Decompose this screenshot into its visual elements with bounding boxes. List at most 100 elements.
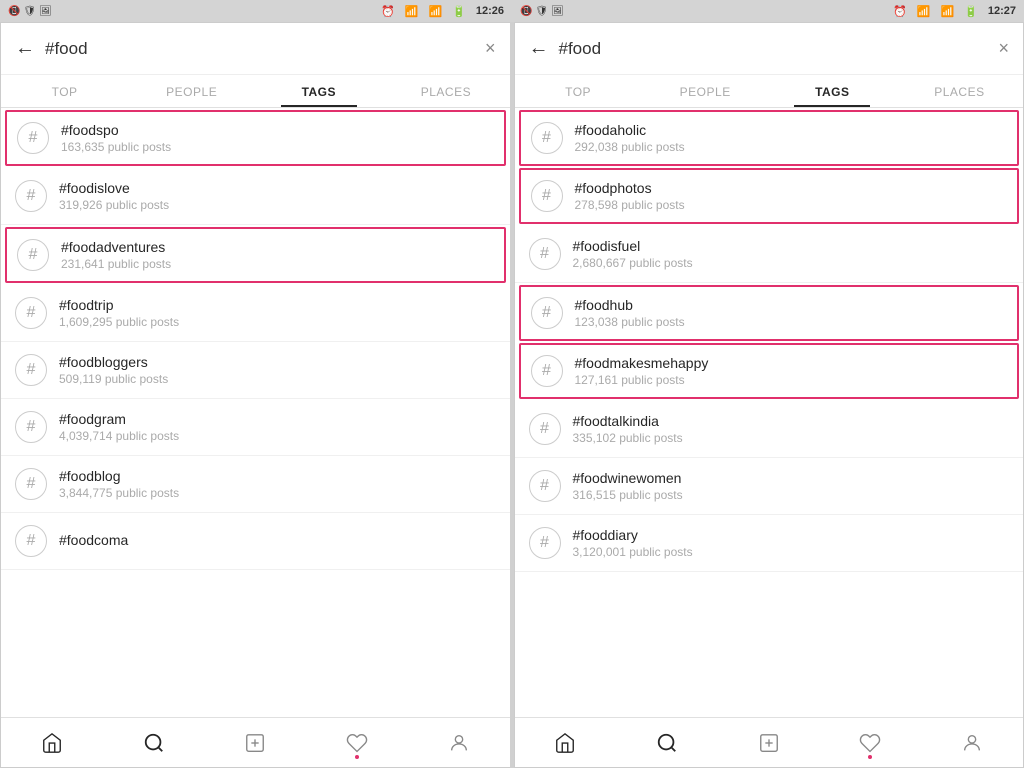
nav-activity-right[interactable]: [820, 718, 922, 767]
hash-icon: #: [531, 122, 563, 154]
tag-count: 292,038 public posts: [575, 140, 1008, 154]
tag-count: 2,680,667 public posts: [573, 256, 1010, 270]
nav-add-left[interactable]: [204, 718, 306, 767]
tab-top-right[interactable]: TOP: [515, 75, 642, 107]
tab-places-left[interactable]: PLACES: [382, 75, 509, 107]
tag-name: #foodphotos: [575, 180, 1008, 196]
tag-name: #foodtrip: [59, 297, 496, 313]
shield-icon: 🛡: [23, 6, 36, 17]
nav-search-right[interactable]: [616, 718, 718, 767]
tag-item-foodislove[interactable]: # #foodislove 319,926 public posts: [1, 168, 510, 225]
time-right: 12:27: [988, 5, 1016, 17]
tags-list-right: # #foodaholic 292,038 public posts # #fo…: [515, 108, 1024, 717]
tag-count: 1,609,295 public posts: [59, 315, 496, 329]
tag-info: #foodtalkindia 335,102 public posts: [573, 413, 1010, 445]
tag-item-foodisfuel[interactable]: # #foodisfuel 2,680,667 public posts: [515, 226, 1024, 283]
tag-info: #foodtrip 1,609,295 public posts: [59, 297, 496, 329]
tag-item-foodaholic[interactable]: # #foodaholic 292,038 public posts: [519, 110, 1020, 166]
battery-icon-right: 🔋: [964, 5, 978, 18]
profile-icon: [961, 732, 983, 754]
tag-item-foodadventures[interactable]: # #foodadventures 231,641 public posts: [5, 227, 506, 283]
signal-icon-left: 📶: [428, 5, 442, 18]
nav-search-left[interactable]: [103, 718, 205, 767]
tag-item-foodcoma[interactable]: # #foodcoma: [1, 513, 510, 570]
tag-count: 4,039,714 public posts: [59, 429, 496, 443]
tag-info: #foodhub 123,038 public posts: [575, 297, 1008, 329]
tag-item-foodbloggers[interactable]: # #foodbloggers 509,119 public posts: [1, 342, 510, 399]
tag-name: #foodmakesmehappy: [575, 355, 1008, 371]
heart-icon: [859, 732, 881, 754]
nav-profile-right[interactable]: [921, 718, 1023, 767]
tab-top-left[interactable]: TOP: [1, 75, 128, 107]
tag-name: #foodbloggers: [59, 354, 496, 370]
tag-count: 231,641 public posts: [61, 257, 494, 271]
search-header-left: ← #food ×: [1, 23, 510, 75]
tag-item-foodtalkindia[interactable]: # #foodtalkindia 335,102 public posts: [515, 401, 1024, 458]
phone-panel-right: ← #food × TOP PEOPLE TAGS PLACES # #food…: [514, 22, 1024, 768]
nav-profile-left[interactable]: [408, 718, 510, 767]
nav-add-right[interactable]: [718, 718, 820, 767]
tag-item-foodphotos[interactable]: # #foodphotos 278,598 public posts: [519, 168, 1020, 224]
wifi-icon-left: 📶: [405, 5, 419, 18]
hash-icon: #: [529, 413, 561, 445]
hash-icon: #: [531, 297, 563, 329]
hash-icon: #: [15, 180, 47, 212]
status-icons-left: 📵 🛡 🖼: [8, 6, 52, 17]
tag-name: #foodtalkindia: [573, 413, 1010, 429]
heart-icon: [346, 732, 368, 754]
bottom-nav-right: [515, 717, 1024, 767]
media-icon-right: 🖼: [551, 6, 564, 17]
tag-item-foodwinewomen[interactable]: # #foodwinewomen 316,515 public posts: [515, 458, 1024, 515]
tag-name: #foodspo: [61, 122, 494, 138]
battery-icon-left: 🔋: [452, 5, 466, 18]
activity-dot-right: [868, 755, 872, 759]
hash-icon: #: [529, 527, 561, 559]
hash-icon: #: [15, 468, 47, 500]
add-icon: [244, 732, 266, 754]
tag-item-foodblog[interactable]: # #foodblog 3,844,775 public posts: [1, 456, 510, 513]
hash-icon: #: [17, 239, 49, 271]
tag-item-foodhub[interactable]: # #foodhub 123,038 public posts: [519, 285, 1020, 341]
search-icon: [656, 732, 678, 754]
tag-info: #foodbloggers 509,119 public posts: [59, 354, 496, 386]
hash-icon: #: [529, 470, 561, 502]
close-button-right[interactable]: ×: [998, 38, 1009, 59]
tag-item-foodmakesmehappy[interactable]: # #foodmakesmehappy 127,161 public posts: [519, 343, 1020, 399]
tab-people-right[interactable]: PEOPLE: [642, 75, 769, 107]
tag-info: #foodisfuel 2,680,667 public posts: [573, 238, 1010, 270]
nav-home-left[interactable]: [1, 718, 103, 767]
tag-name: #foodislove: [59, 180, 496, 196]
tag-info: #foodmakesmehappy 127,161 public posts: [575, 355, 1008, 387]
back-button-right[interactable]: ←: [529, 37, 549, 60]
profile-icon: [448, 732, 470, 754]
tag-item-foodtrip[interactable]: # #foodtrip 1,609,295 public posts: [1, 285, 510, 342]
tag-item-foodspo[interactable]: # #foodspo 163,635 public posts: [5, 110, 506, 166]
tag-item-foodgram[interactable]: # #foodgram 4,039,714 public posts: [1, 399, 510, 456]
tag-count: 509,119 public posts: [59, 372, 496, 386]
tab-people-left[interactable]: PEOPLE: [128, 75, 255, 107]
back-button-left[interactable]: ←: [15, 37, 35, 60]
hash-icon: #: [17, 122, 49, 154]
search-query-left: #food: [45, 39, 485, 59]
time-left: 12:26: [476, 5, 504, 17]
tag-name: #foodhub: [575, 297, 1008, 313]
tag-info: #foodblog 3,844,775 public posts: [59, 468, 496, 500]
tag-count: 127,161 public posts: [575, 373, 1008, 387]
tag-count: 123,038 public posts: [575, 315, 1008, 329]
tag-name: #foodgram: [59, 411, 496, 427]
nav-home-right[interactable]: [515, 718, 617, 767]
hash-icon: #: [15, 297, 47, 329]
search-header-right: ← #food ×: [515, 23, 1024, 75]
tab-tags-right[interactable]: TAGS: [769, 75, 896, 107]
tag-item-fooddiary[interactable]: # #fooddiary 3,120,001 public posts: [515, 515, 1024, 572]
nav-activity-left[interactable]: [306, 718, 408, 767]
tab-tags-left[interactable]: TAGS: [255, 75, 382, 107]
tab-places-right[interactable]: PLACES: [896, 75, 1023, 107]
tag-info: #foodaholic 292,038 public posts: [575, 122, 1008, 154]
phone-panel-left: ← #food × TOP PEOPLE TAGS PLACES # #food…: [0, 22, 510, 768]
search-query-right: #food: [559, 39, 999, 59]
tag-name: #foodwinewomen: [573, 470, 1010, 486]
close-button-left[interactable]: ×: [485, 38, 496, 59]
signal-icon-right: 📶: [940, 5, 954, 18]
sim-icon: 📵: [8, 6, 20, 17]
